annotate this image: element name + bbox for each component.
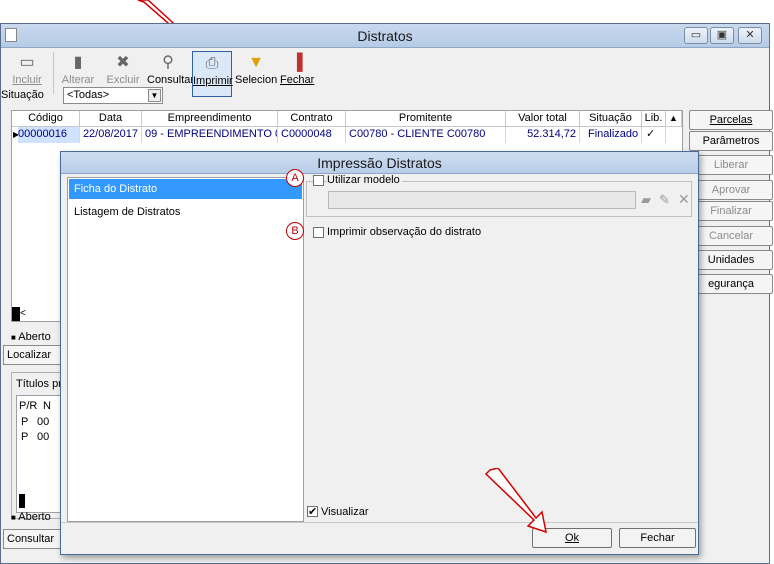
col-header-contrato[interactable]: Contrato: [278, 111, 346, 127]
printer-icon: ⎙: [205, 55, 219, 72]
sub-cell-pr: P: [21, 431, 29, 443]
col-header-valor-total[interactable]: Valor total: [506, 111, 580, 127]
cell-situacao: Finalizado: [580, 127, 642, 143]
imprimir-observacao-checkbox[interactable]: [313, 227, 324, 238]
sub-header-n: N: [43, 400, 51, 412]
parcelas-button[interactable]: Parcelas: [689, 110, 773, 130]
sub-header-pr: P/R: [19, 400, 38, 412]
edit-template-icon[interactable]: ✎: [659, 192, 670, 208]
col-header-promitente[interactable]: Promitente: [346, 111, 506, 127]
scrollbar-thumb[interactable]: [12, 307, 20, 321]
clear-icon[interactable]: ✕: [678, 191, 690, 208]
annotation-arrow-bottom: [484, 468, 547, 534]
cell-promitente: C00780 - CLIENTE C00780: [346, 127, 506, 143]
col-header-situacao[interactable]: Situação: [580, 111, 642, 127]
sub-cell-n: 00: [37, 431, 50, 443]
aberto-label: Aberto: [18, 511, 51, 523]
col-header-empreendimento[interactable]: Empreendimento: [142, 111, 278, 127]
selecionar-button[interactable]: ▼Seleciona: [235, 51, 277, 97]
delete-icon: ✖: [116, 54, 130, 71]
sub-cell-pr: P: [21, 416, 29, 428]
utilizar-modelo-checkbox[interactable]: [313, 175, 324, 186]
parametros-button[interactable]: Parâmetros: [689, 131, 773, 151]
aprovar-button[interactable]: Aprovar: [689, 180, 773, 200]
minimize-icon[interactable]: ▭: [684, 27, 708, 44]
scroll-up-icon[interactable]: ▲: [666, 111, 682, 127]
aberto-label: Aberto: [18, 331, 51, 343]
col-header-lib[interactable]: Lib.: [642, 111, 666, 127]
unidades-button[interactable]: Unidades: [689, 250, 773, 270]
sub-cell-n: 00: [37, 416, 50, 428]
imprimir-button[interactable]: ⎙ Imprimir: [192, 51, 233, 97]
dialog-title: Impressão Distratos: [61, 152, 698, 174]
liberar-button[interactable]: Liberar: [689, 155, 773, 175]
legend-square-icon: ■: [11, 333, 16, 342]
cell-valor-total: 52.314,72: [506, 127, 580, 143]
localizar-button[interactable]: Localizar: [3, 345, 61, 365]
magnifier-icon: ⚲: [162, 54, 174, 71]
cell-empreendimento: 09 - EMPREENDIMENTO 09: [142, 127, 278, 143]
chevron-down-icon[interactable]: ▼: [148, 89, 161, 102]
titulos-panel: Títulos pr P/R N P 00 P 00: [11, 372, 63, 519]
maximize-icon[interactable]: ▣: [710, 27, 734, 44]
visualizar-checkbox[interactable]: ✔: [307, 506, 318, 518]
scrollbar-thumb[interactable]: [19, 494, 25, 508]
report-list: Ficha do Distrato Listagem de Distratos: [67, 177, 304, 522]
impressao-dialog: Impressão Distratos Ficha do Distrato Li…: [60, 151, 699, 555]
folder-icon[interactable]: ▰: [641, 192, 651, 208]
cell-data: 22/08/2017: [80, 127, 142, 143]
filter-icon: ▼: [248, 54, 264, 71]
aberto-legend: ■ Aberto: [11, 331, 51, 343]
exit-door-icon: ▐: [291, 54, 303, 71]
col-header-data[interactable]: Data: [80, 111, 142, 127]
situacao-select-value: <Todas>: [67, 89, 110, 101]
new-doc-icon: ▭: [19, 54, 35, 71]
imprimir-observacao-label: Imprimir observação do distrato: [327, 226, 482, 238]
cancelar-button[interactable]: Cancelar: [689, 226, 773, 246]
report-item-listagem[interactable]: Listagem de Distratos: [69, 202, 302, 222]
titulos-label: Títulos pr: [16, 378, 62, 390]
cell-contrato: C0000048: [278, 127, 346, 143]
window-title: Distratos: [357, 28, 413, 44]
visualizar-label: Visualizar: [321, 506, 369, 518]
edit-doc-icon: ▮: [73, 54, 83, 71]
titulos-table: P/R N P 00 P 00: [16, 395, 62, 513]
scroll-left-icon[interactable]: <: [20, 308, 26, 319]
consultar-bottom-button[interactable]: Consultar: [3, 529, 61, 549]
report-item-ficha[interactable]: Ficha do Distrato: [69, 179, 302, 199]
fechar-button[interactable]: Fechar: [619, 528, 696, 548]
col-header-codigo[interactable]: Código: [12, 111, 80, 127]
situacao-label: Situação: [1, 89, 44, 101]
marker-a: A: [286, 169, 304, 187]
seguranca-button[interactable]: egurança: [689, 274, 773, 294]
finalizar-button[interactable]: Finalizar: [689, 201, 773, 221]
close-icon[interactable]: ✕: [738, 27, 762, 44]
modelo-path-field[interactable]: [328, 191, 636, 209]
fechar-toolbar-button[interactable]: ▐ Fechar: [280, 51, 314, 97]
situacao-select[interactable]: <Todas> ▼: [63, 87, 163, 104]
marker-b: B: [286, 222, 304, 240]
cell-lib-check[interactable]: ✓: [642, 127, 666, 143]
aberto-legend-2: ■ Aberto: [11, 511, 51, 523]
divider: [61, 522, 698, 523]
utilizar-modelo-label: Utilizar modelo: [327, 174, 402, 186]
title-bar: Distratos ▭ ▣ ✕: [1, 24, 769, 48]
cell-codigo: 00000016: [18, 127, 80, 143]
legend-square-icon: ■: [11, 513, 16, 522]
